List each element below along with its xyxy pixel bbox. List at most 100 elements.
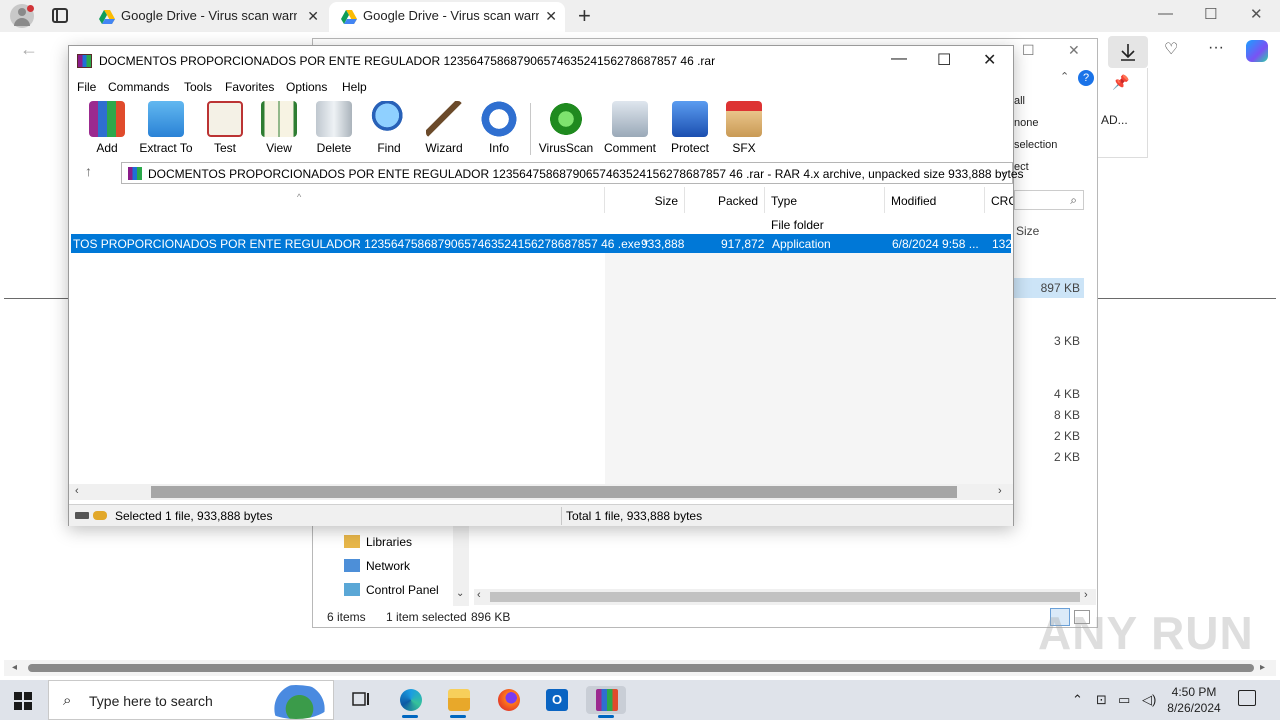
scroll-left-arrow[interactable]: ◂	[12, 660, 17, 676]
browser-tab-1[interactable]: Google Drive - Virus scan warning ✕	[87, 2, 327, 32]
tab-actions-icon[interactable]	[52, 8, 68, 23]
back-arrow-icon[interactable]: ←	[20, 39, 38, 60]
table-row[interactable]: TOS PROPORCIONADOS POR ENTE REGULADOR 12…	[71, 234, 1012, 253]
column-modified[interactable]: Modified	[885, 187, 985, 213]
explorer-maximize-icon[interactable]: ☐	[1022, 42, 1035, 59]
comment-button[interactable]: Comment	[600, 101, 660, 155]
menu-options[interactable]: Options	[286, 80, 327, 94]
wizard-button[interactable]: Wizard	[414, 101, 474, 155]
pin-icon[interactable]: 📌	[1112, 74, 1129, 91]
page-horizontal-scrollbar[interactable]: ◂ ▸	[4, 660, 1276, 676]
select-all-item[interactable]: all	[1014, 90, 1098, 112]
taskbar-winrar[interactable]	[586, 686, 626, 718]
taskbar-firefox[interactable]	[488, 686, 528, 714]
column-name[interactable]: ^	[69, 187, 605, 213]
menu-commands[interactable]: Commands	[108, 80, 169, 94]
column-packed[interactable]: Packed	[685, 187, 765, 213]
size-cell: 2 KB	[1053, 450, 1080, 464]
parent-folder-row[interactable]: File folder	[771, 218, 824, 232]
device-icon[interactable]: ⊡	[1096, 692, 1107, 708]
nav-pane-scrollbar[interactable]: ⌄	[453, 526, 469, 606]
menu-help[interactable]: Help	[342, 80, 367, 94]
sfx-button[interactable]: SFX	[714, 101, 774, 155]
explorer-hscroll[interactable]: ‹ ›	[474, 589, 1096, 605]
system-clock[interactable]: 4:50 PM 8/26/2024	[1158, 684, 1230, 716]
expand-ribbon-icon[interactable]: ⌃	[1060, 70, 1069, 83]
find-button[interactable]: Find	[359, 101, 419, 155]
select-item[interactable]: ect	[1014, 156, 1098, 178]
column-size[interactable]: Size	[605, 187, 685, 213]
protect-button[interactable]: Protect	[660, 101, 720, 155]
explorer-close-icon[interactable]: ✕	[1068, 42, 1080, 59]
delete-button[interactable]: Delete	[304, 101, 364, 155]
scroll-down-arrow[interactable]: ⌄	[456, 588, 464, 599]
copilot-icon[interactable]	[1246, 40, 1268, 62]
taskbar-outlook[interactable]: O	[536, 686, 576, 714]
maximize-button[interactable]: ☐	[937, 50, 951, 70]
info-button[interactable]: Info	[469, 101, 529, 155]
virusscan-button[interactable]: VirusScan	[536, 101, 596, 155]
list-horizontal-scrollbar[interactable]: ‹ ›	[69, 484, 1013, 500]
scroll-left-arrow[interactable]: ‹	[75, 485, 79, 497]
scroll-right-arrow[interactable]: ▸	[1260, 660, 1265, 676]
menu-tools[interactable]: Tools	[184, 80, 212, 94]
explorer-search-input[interactable]: ⌕	[1014, 190, 1084, 210]
extract-to-button[interactable]: Extract To	[136, 101, 196, 155]
menu-favorites[interactable]: Favorites	[225, 80, 274, 94]
show-hidden-icons[interactable]: ⌃	[1072, 692, 1083, 708]
downloads-button[interactable]	[1108, 36, 1148, 68]
column-crc[interactable]: CRC	[985, 187, 1013, 213]
column-type[interactable]: Type	[765, 187, 885, 213]
task-view-button[interactable]	[340, 686, 380, 714]
nav-item-network[interactable]: Network	[344, 559, 410, 573]
nav-item-control-panel[interactable]: Control Panel	[344, 583, 439, 597]
test-button[interactable]: Test	[195, 101, 255, 155]
browser-close-button[interactable]: ✕	[1250, 5, 1263, 23]
close-button[interactable]: ✕	[983, 50, 996, 70]
taskbar-file-explorer[interactable]	[438, 686, 478, 718]
up-arrow-icon[interactable]: ↑	[85, 163, 92, 179]
taskbar-search-input[interactable]: ⌕ Type here to search	[48, 680, 334, 720]
browser-minimize-button[interactable]: —	[1158, 5, 1173, 22]
windows-start-icon[interactable]	[14, 692, 32, 710]
chevron-down-icon[interactable]: ⌄	[1000, 166, 1008, 177]
scroll-right-arrow[interactable]: ›	[1084, 589, 1088, 601]
file-packed-cell: 917,872	[721, 237, 765, 251]
scroll-thumb[interactable]	[490, 592, 1080, 602]
browser-essentials-icon[interactable]: ♡	[1164, 39, 1178, 59]
scroll-left-arrow[interactable]: ‹	[477, 589, 481, 601]
scroll-thumb[interactable]	[151, 486, 957, 498]
invert-selection-item[interactable]: selection	[1014, 134, 1098, 156]
new-tab-button[interactable]: +	[578, 3, 591, 29]
more-options-icon[interactable]: ···	[1208, 39, 1224, 57]
status-total: Total 1 file, 933,888 bytes	[566, 509, 703, 523]
browser-tab-2[interactable]: Google Drive - Virus scan warning ✕	[329, 2, 565, 32]
browser-maximize-button[interactable]: ☐	[1204, 5, 1217, 23]
size-column-header[interactable]: Size	[1016, 224, 1039, 238]
archive-path-field[interactable]: DOCMENTOS PROPORCIONADOS POR ENTE REGULA…	[121, 162, 1024, 184]
nav-item-libraries[interactable]: Libraries	[344, 535, 412, 549]
notifications-icon[interactable]	[1238, 690, 1256, 706]
help-icon[interactable]: ?	[1078, 70, 1094, 86]
tab-title: Google Drive - Virus scan warning	[363, 8, 539, 23]
add-button[interactable]: Add	[77, 101, 137, 155]
taskbar-edge[interactable]	[390, 686, 430, 718]
close-tab-icon[interactable]: ✕	[545, 2, 557, 30]
minimize-button[interactable]: —	[891, 50, 907, 68]
close-tab-icon[interactable]: ✕	[307, 2, 319, 30]
view-button[interactable]: View	[249, 101, 309, 155]
winrar-title-bar[interactable]: DOCMENTOS PROPORCIONADOS POR ENTE REGULA…	[69, 46, 1013, 76]
archive-add-icon	[89, 101, 125, 137]
network-icon[interactable]: ▭	[1118, 692, 1130, 708]
search-icon: ⌕	[63, 692, 72, 709]
tab-title: Google Drive - Virus scan warning	[121, 8, 297, 23]
comment-icon	[612, 101, 648, 137]
volume-icon[interactable]: ◁)	[1142, 692, 1156, 708]
scroll-right-arrow[interactable]: ›	[998, 485, 1002, 497]
menu-file[interactable]: File	[77, 80, 96, 94]
scroll-thumb[interactable]	[28, 664, 1254, 672]
winrar-icon	[596, 689, 618, 711]
info-icon	[481, 101, 517, 137]
file-type-cell: Application	[772, 237, 831, 251]
select-none-item[interactable]: none	[1014, 112, 1098, 134]
